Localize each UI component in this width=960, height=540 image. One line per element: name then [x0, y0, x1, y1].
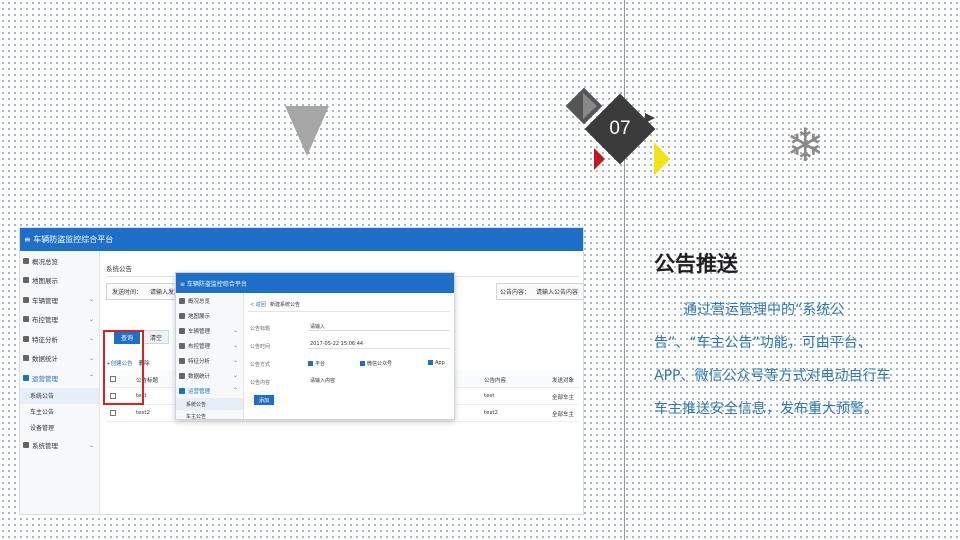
chevron-down-icon: ⌄ [88, 315, 94, 323]
field-time: 公告时间 2017-05-22 15:06:44 [250, 341, 450, 351]
snowflake-icon: ❄ [786, 118, 825, 172]
bike-icon [179, 327, 185, 334]
grid-icon [179, 297, 185, 304]
red-triangle-decoration [594, 148, 605, 170]
col-target: 发送对象 [552, 378, 575, 384]
chart-icon [23, 335, 29, 342]
vertical-divider [624, 0, 625, 540]
stats-icon [23, 355, 29, 362]
map-icon [179, 312, 185, 319]
sidebar-item-map[interactable]: 地图展示 [20, 271, 99, 291]
gear-icon [23, 316, 29, 323]
content-input[interactable]: 请输入内容 [308, 377, 450, 385]
grid-icon [23, 257, 29, 264]
highlight-box [103, 330, 144, 405]
map-icon [23, 277, 29, 284]
field-method: 公告方式 平台 微信公众号 App [250, 360, 445, 368]
sidebar-item-stats[interactable]: 数据统计 ⌄ [176, 368, 243, 383]
field-content: 公告内容 请输入内容 [250, 377, 450, 387]
chevron-down-icon: ⌄ [88, 296, 94, 304]
search-content-field[interactable]: 公告内容： 请输入公告内容 [496, 283, 583, 300]
page-title: 系统公告 [106, 265, 132, 273]
chevron-down-icon: ⌄ [232, 357, 238, 364]
sidebar-item-control[interactable]: 布控管理 ⌄ [20, 310, 99, 330]
arrow-decoration [645, 113, 655, 123]
sidebar-item-stats[interactable]: 数据统计 ⌄ [20, 349, 99, 369]
sidebar-item-analysis[interactable]: 特征分析 ⌄ [176, 353, 243, 368]
chart-icon [179, 357, 185, 364]
method-platform-checkbox[interactable]: 平台 [308, 360, 325, 367]
bike-icon [23, 296, 29, 303]
sidebar-item-operations[interactable]: 运营管理 ⌃ [176, 383, 243, 398]
ops-icon [23, 374, 29, 381]
dialog-title: 新建系统公告 [270, 302, 301, 308]
ops-icon [179, 387, 185, 394]
sidebar-sub-device[interactable]: 设备管理 [20, 420, 99, 436]
divider [248, 311, 450, 312]
dialog-main: < 返回 新建系统公告 公告标题 请输入 公告时间 2017-05-22 15:… [248, 293, 454, 419]
sidebar-sub-owner-notice[interactable]: 车主公告 [176, 410, 243, 420]
chevron-down-icon: ⌄ [88, 335, 94, 343]
chevron-up-icon: ⌃ [88, 374, 94, 382]
back-link[interactable]: < 返回 [250, 301, 266, 308]
chevron-down-icon: ⌄ [88, 441, 94, 449]
gray-triangle-decoration [285, 106, 329, 156]
sidebar-item-vehicles[interactable]: 车辆管理 ⌄ [176, 323, 243, 338]
sidebar-sub-system-notice[interactable]: 系统公告 [176, 398, 243, 410]
sidebar-item-system[interactable]: 系统管理 ⌄ [20, 436, 99, 456]
sidebar-item-control[interactable]: 布控管理 ⌄ [176, 338, 243, 353]
dialog-sidebar: 概况总览 地图展示 车辆管理 ⌄ 布控管理 ⌄ 特征分析 ⌄ 数据统计 ⌄ 运营管理 ⌃ … [176, 293, 244, 419]
gear-icon [179, 342, 185, 349]
sidebar-item-overview[interactable]: 概况总览 [176, 293, 243, 308]
app-header: ≡ 车辆防盗监控综合平台 [20, 228, 583, 251]
add-button[interactable]: 添加 [254, 395, 274, 405]
sidebar-item-vehicles[interactable]: 车辆管理 ⌄ [20, 290, 99, 310]
time-input[interactable]: 2017-05-22 15:06:44 [308, 341, 450, 349]
sidebar-sub-owner-notice[interactable]: 车主公告 [20, 404, 99, 420]
stats-icon [179, 372, 185, 379]
chevron-down-icon: ⌄ [232, 327, 238, 334]
method-app-checkbox[interactable]: App [428, 360, 445, 366]
dialog-header: ≡ 车辆防盗监控综合平台 [176, 273, 454, 293]
sidebar-item-map[interactable]: 地图展示 [176, 308, 243, 323]
field-title: 公告标题 请输入 [250, 323, 450, 333]
section-paragraph: 通过营运管理中的“系统公告”、“车主公告”功能，可由平台、APP、微信公众号等方… [654, 302, 891, 417]
new-notice-screenshot: ≡ 车辆防盗监控综合平台 概况总览 地图展示 车辆管理 ⌄ 布控管理 ⌄ 特征分析 ⌄… [175, 272, 455, 420]
chevron-down-icon: ⌄ [232, 372, 238, 379]
col-content: 公告内容 [484, 378, 507, 384]
chevron-up-icon: ⌃ [232, 387, 238, 394]
yellow-triangle-decoration [654, 142, 670, 176]
sidebar-item-analysis[interactable]: 特征分析 ⌄ [20, 329, 99, 349]
slide-number: 07 [609, 118, 631, 139]
sidebar: 概况总览 地图展示 车辆管理 ⌄ 布控管理 ⌄ 特征分析 ⌄ 数据统计 ⌄ 运营管理 ⌃ … [20, 251, 100, 514]
chevron-down-icon: ⌄ [232, 342, 238, 349]
method-wechat-checkbox[interactable]: 微信公众号 [360, 360, 392, 367]
clear-button[interactable]: 清空 [143, 330, 169, 344]
sidebar-sub-system-notice[interactable]: 系统公告 [20, 387, 99, 404]
settings-icon [23, 442, 29, 449]
chevron-down-icon: ⌄ [88, 354, 94, 362]
row-checkbox[interactable] [110, 410, 116, 416]
section-title: 公告推送 [654, 252, 738, 276]
sidebar-item-overview[interactable]: 概况总览 [20, 251, 99, 271]
title-input[interactable]: 请输入 [308, 323, 450, 331]
sidebar-item-operations[interactable]: 运营管理 ⌃ [20, 368, 99, 388]
